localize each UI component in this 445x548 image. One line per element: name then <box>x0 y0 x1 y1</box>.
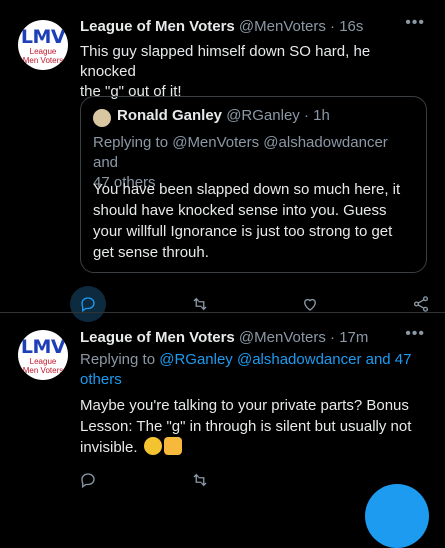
thumbs-up-emoji <box>163 437 182 455</box>
quoted-text-line: your willfull Ignorance is just too stro… <box>93 223 393 240</box>
tweet-text: Maybe you're talking to your private par… <box>80 395 425 458</box>
author-name[interactable]: League of Men Voters <box>80 329 235 346</box>
separator: · <box>303 107 309 124</box>
tweet-text-line: invisible. <box>80 437 425 458</box>
reply-icon <box>81 297 95 313</box>
author-name[interactable]: League of Men Voters <box>80 18 235 35</box>
tweet-header: League of Men Voters @MenVoters · 17m <box>80 329 368 346</box>
reply-context-line: Replying to @MenVoters @alshadowdancer a… <box>93 134 388 171</box>
rolling-on-floor-laughing-emoji <box>143 437 162 455</box>
tweet-actions <box>70 468 430 492</box>
quoted-text-line: should have knocked sense into you. Gues… <box>93 202 387 219</box>
more-icon[interactable]: ••• <box>405 14 425 32</box>
like-icon <box>304 298 316 311</box>
share-icon <box>413 296 429 312</box>
retweet-icon <box>193 473 207 487</box>
quoted-author-name: Ronald Ganley <box>117 107 223 124</box>
reply-context: Replying to @RGanley @alshadowdancer and… <box>80 350 425 390</box>
quoted-header: Ronald Ganley @RGanley · 1h <box>117 107 330 124</box>
tweet-text-line: Maybe you're talking to your private par… <box>80 397 409 414</box>
quoted-text: You have been slapped down so much here,… <box>93 179 413 263</box>
avatar-line1: League <box>29 357 57 366</box>
avatar[interactable]: LMV League Men Voters <box>18 20 68 70</box>
tweet[interactable]: LMV League Men Voters League of Men Vote… <box>0 0 445 322</box>
quoted-text-line: get sense throuh. <box>93 244 209 261</box>
avatar-logo: LMV <box>20 26 66 48</box>
separator: · <box>330 18 336 35</box>
retweet-icon <box>193 297 207 311</box>
retweet-button[interactable] <box>182 462 218 498</box>
author-handle[interactable]: @MenVoters <box>239 18 326 35</box>
avatar[interactable]: LMV League Men Voters <box>18 330 68 380</box>
quoted-author-handle: @RGanley <box>226 107 300 124</box>
timestamp[interactable]: 17m <box>339 329 368 346</box>
timestamp[interactable]: 16s <box>339 18 363 35</box>
avatar-line1: League <box>29 47 57 56</box>
reply-mentions[interactable]: @RGanley @alshadowdancer and 47 <box>159 351 411 368</box>
avatar-line2: Men Voters <box>22 366 64 375</box>
author-handle[interactable]: @MenVoters <box>239 329 326 346</box>
quoted-timestamp: 1h <box>313 107 330 124</box>
reply-mentions-more[interactable]: others <box>80 370 425 390</box>
tweet-text: This guy slapped himself down SO hard, h… <box>80 42 425 102</box>
reply-context-line: Replying to @RGanley @alshadowdancer and… <box>80 350 425 370</box>
avatar-line2: Men Voters <box>22 56 64 65</box>
avatar-logo: LMV <box>20 336 66 358</box>
reply-prefix: Replying to <box>80 351 160 368</box>
tweet-text-line: Lesson: The "g" in through is silent but… <box>80 418 412 435</box>
tweet[interactable]: LMV League Men Voters League of Men Vote… <box>0 313 445 500</box>
quoted-text-line: You have been slapped down so much here,… <box>93 181 401 198</box>
reply-button[interactable] <box>70 462 106 498</box>
separator: · <box>330 329 336 346</box>
tweet-text-line: This guy slapped himself down SO hard, h… <box>80 43 371 80</box>
tweet-text-fragment: invisible. <box>80 439 138 456</box>
reply-icon <box>81 473 95 489</box>
compose-button[interactable] <box>365 484 429 548</box>
more-icon[interactable]: ••• <box>405 325 425 343</box>
quoted-avatar <box>93 109 111 127</box>
quoted-tweet[interactable]: Ronald Ganley @RGanley · 1h Replying to … <box>80 96 427 273</box>
tweet-header: League of Men Voters @MenVoters · 16s <box>80 18 363 35</box>
